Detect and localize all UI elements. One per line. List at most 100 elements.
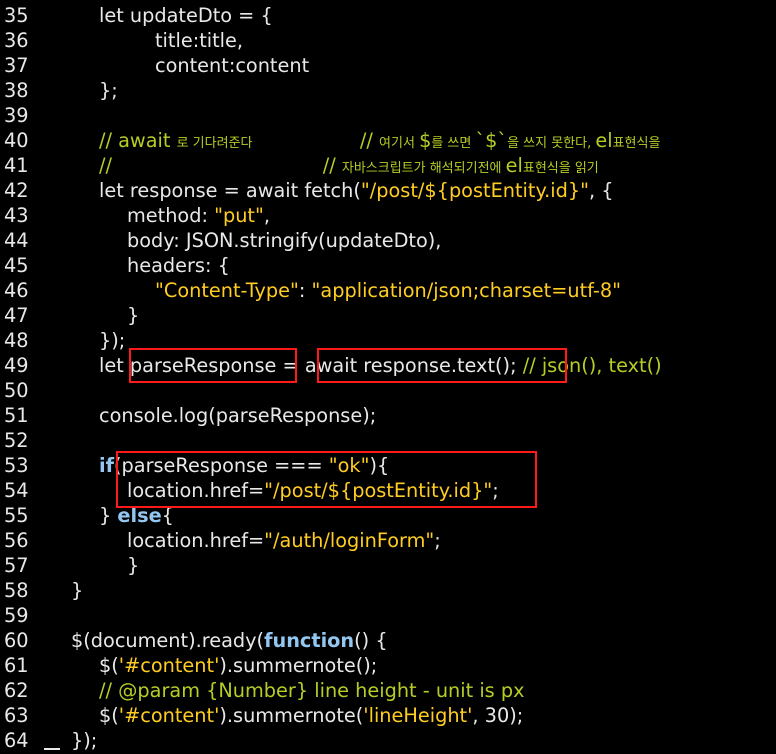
- line-number: 44: [4, 229, 29, 252]
- code-line[interactable]: 47}: [0, 303, 776, 328]
- line-code: });: [71, 728, 97, 753]
- code-line[interactable]: 42 let response = await fetch("/post/${po…: [0, 178, 776, 203]
- line-code: // await 로 기다려준다 // 여기서 $를 쓰면 `$`을 쓰지 못한…: [99, 128, 660, 156]
- line-code: method: "put",: [127, 203, 270, 228]
- line-code: $('#content').summernote();: [99, 653, 377, 678]
- line-number: 55: [4, 504, 29, 527]
- line-number: 61: [4, 654, 29, 677]
- code-token: `$`: [475, 129, 508, 152]
- line-code: // // 자바스크립트가 해석되기전에 el표현식을 읽기: [99, 153, 599, 181]
- code-token: ){: [369, 454, 390, 477]
- line-number: 54: [4, 479, 29, 502]
- line-number: 38: [4, 79, 29, 102]
- code-token: location.href=: [127, 529, 265, 552]
- code-token: method:: [127, 204, 215, 227]
- code-token: ;: [492, 479, 499, 502]
- code-token: if: [99, 454, 114, 477]
- code-editor[interactable]: 35 let updateDto = {36 title:title, 37 conte…: [0, 3, 776, 754]
- code-token: '#content': [118, 704, 220, 727]
- code-token: }: [71, 579, 84, 602]
- code-token: // @param {Number} line height - unit is…: [99, 679, 525, 702]
- code-line[interactable]: 51 console.log(parseResponse);: [0, 403, 776, 428]
- line-number: 43: [4, 204, 29, 227]
- code-token: else: [117, 504, 162, 527]
- code-token: }: [127, 554, 140, 577]
- code-token: body: JSON.stringify(updateDto),: [127, 229, 442, 252]
- line-number: 42: [4, 179, 29, 202]
- code-token: ,: [263, 204, 270, 227]
- code-line[interactable]: 49 let parseResponse = await response.tex…: [0, 353, 776, 378]
- code-line[interactable]: 39: [0, 103, 776, 128]
- code-line[interactable]: 44 body: JSON.stringify(updateDto),: [0, 228, 776, 253]
- line-code: $('#content').summernote('lineHeight', 3…: [99, 703, 523, 728]
- code-line[interactable]: 37 content:content: [0, 53, 776, 78]
- code-line[interactable]: 54 location.href="/post/${postEntity.id}"…: [0, 478, 776, 503]
- code-token: });: [71, 729, 98, 752]
- code-token: "/auth/loginForm": [264, 529, 435, 552]
- code-token: // json(), text(): [522, 354, 662, 377]
- code-token: $(: [99, 654, 119, 677]
- code-line[interactable]: 63 $('#content').summernote('lineHeight',…: [0, 703, 776, 728]
- code-line[interactable]: 61 $('#content').summernote();: [0, 653, 776, 678]
- code-line[interactable]: 55} else{: [0, 503, 776, 528]
- code-token: 로 기다려준다: [176, 136, 360, 151]
- code-line[interactable]: 53 if(parseResponse === "ok"){: [0, 453, 776, 478]
- code-line[interactable]: 57}: [0, 553, 776, 578]
- code-token: title:title,: [155, 29, 244, 52]
- code-line[interactable]: 59: [0, 603, 776, 628]
- line-number: 63: [4, 704, 29, 727]
- code-token: headers: {: [127, 254, 230, 277]
- code-line[interactable]: 38};: [0, 78, 776, 103]
- code-line[interactable]: 40 // await 로 기다려준다 // 여기서 $를 쓰면 `$`을 쓰지 …: [0, 128, 776, 153]
- code-token: 자바스크립트가 해석되기전에: [341, 161, 506, 176]
- line-number: 57: [4, 554, 29, 577]
- code-line[interactable]: 43 method: "put",: [0, 203, 776, 228]
- line-code: title:title,: [155, 28, 243, 53]
- code-token: });: [99, 329, 126, 352]
- code-token: 를 쓰면: [431, 136, 476, 151]
- code-token: () {: [354, 629, 388, 652]
- code-line[interactable]: 64});: [0, 728, 776, 753]
- code-line[interactable]: 50: [0, 378, 776, 403]
- code-line[interactable]: 46 "Content-Type": "application/json;char…: [0, 278, 776, 303]
- line-number: 59: [4, 604, 29, 627]
- line-code: }: [127, 553, 139, 578]
- code-token: content:content: [155, 54, 310, 77]
- line-number: 49: [4, 354, 29, 377]
- code-token: "Content-Type": [155, 279, 299, 302]
- line-code: headers: {: [127, 253, 230, 278]
- line-code: console.log(parseResponse);: [99, 403, 376, 428]
- line-number: 48: [4, 329, 29, 352]
- line-code: let updateDto = {: [99, 3, 273, 28]
- line-number: 41: [4, 154, 29, 177]
- code-token: function: [264, 629, 355, 652]
- code-line[interactable]: 56 location.href="/auth/loginForm";: [0, 528, 776, 553]
- code-line[interactable]: 36 title:title,: [0, 28, 776, 53]
- code-line[interactable]: 48});: [0, 328, 776, 353]
- code-token: };: [99, 79, 118, 102]
- line-number: 47: [4, 304, 29, 327]
- code-token: 'lineHeight': [363, 704, 473, 727]
- line-code: }: [127, 303, 139, 328]
- code-token: ).summernote();: [219, 654, 378, 677]
- line-code: };: [99, 78, 118, 103]
- code-line[interactable]: 35 let updateDto = {: [0, 3, 776, 28]
- line-code: let parseResponse = await response.text(…: [99, 353, 662, 378]
- line-code: content:content: [155, 53, 309, 78]
- line-number: 52: [4, 429, 29, 452]
- line-code: }: [71, 578, 83, 603]
- code-token: let response = await fetch(: [99, 179, 361, 202]
- code-line[interactable]: 62 // @param {Number} line height - unit …: [0, 678, 776, 703]
- code-token: //: [322, 154, 342, 177]
- code-line[interactable]: 60 $(document).ready(function() {: [0, 628, 776, 653]
- code-line[interactable]: 45 headers: {: [0, 253, 776, 278]
- code-line[interactable]: 58}: [0, 578, 776, 603]
- line-number: 56: [4, 529, 29, 552]
- line-code: $(document).ready(function() {: [71, 628, 388, 653]
- code-line[interactable]: 41 // // 자바스크립트가 해석되기전에 el표현식을 읽기: [0, 153, 776, 178]
- line-code: // @param {Number} line height - unit is…: [99, 678, 525, 703]
- code-token: :: [298, 279, 312, 302]
- code-line[interactable]: 52: [0, 428, 776, 453]
- code-token: {: [161, 504, 174, 527]
- code-token: ;: [434, 529, 441, 552]
